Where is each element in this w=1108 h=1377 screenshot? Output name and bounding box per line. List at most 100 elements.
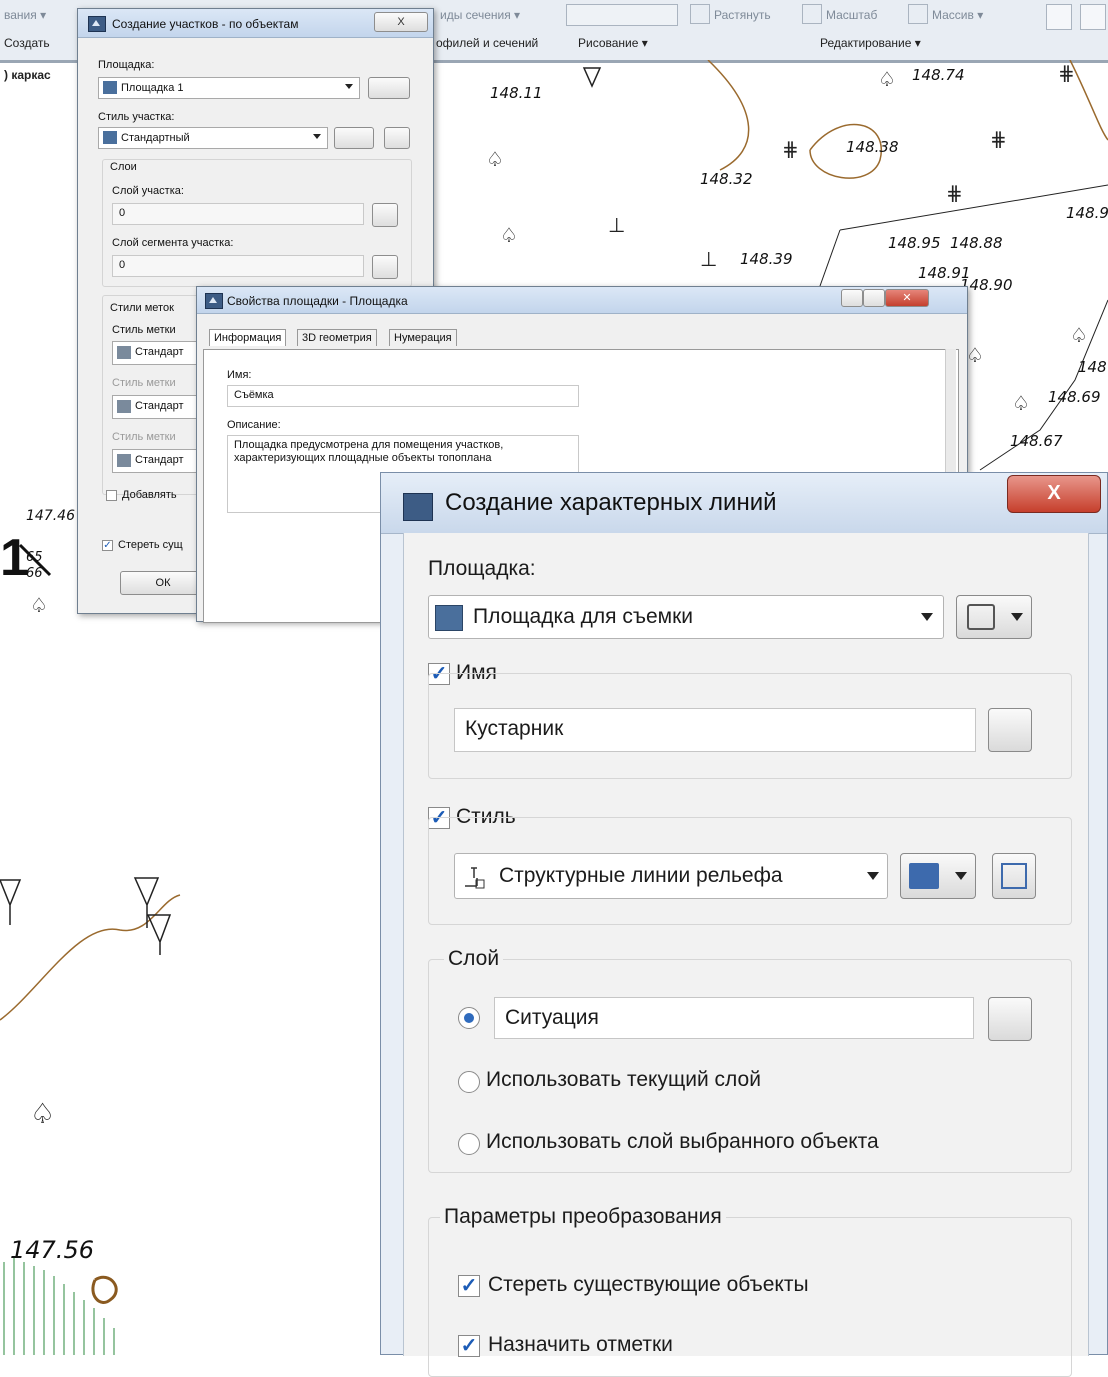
current-layer-radio[interactable] <box>458 1071 480 1093</box>
tree-icon: ♤ <box>878 69 896 91</box>
assign-elevations-checkbox[interactable]: ✓ <box>458 1335 480 1357</box>
layers-group-label: Слои <box>110 161 137 173</box>
contour-line <box>0 894 181 1021</box>
edit-style-button[interactable] <box>900 853 976 899</box>
layers-icon[interactable] <box>988 997 1032 1041</box>
layers-icon[interactable] <box>372 255 398 279</box>
ribbon-profiles-sections[interactable]: офилей и сечений <box>436 36 538 50</box>
chevron-down-icon <box>1011 613 1023 621</box>
tree-icon: ♤ <box>1070 325 1088 347</box>
assign-elevations-label: Назначить отметки <box>488 1333 673 1356</box>
description-label: Описание: <box>227 419 281 431</box>
app-icon <box>403 493 433 521</box>
erase-checkbox-label: Стереть сущ <box>118 539 183 551</box>
ribbon-scale[interactable]: Масштаб <box>826 8 877 22</box>
name-field[interactable]: Съёмка <box>227 385 579 407</box>
current-layer-radio-label: Использовать текущий слой <box>486 1068 761 1091</box>
maximize-button[interactable] <box>863 289 885 307</box>
app-icon <box>88 16 106 32</box>
label-style-value: Стандарт <box>135 400 184 412</box>
parcel-layer-field[interactable]: 0 <box>112 203 364 225</box>
ribbon-create-label[interactable]: Создать <box>4 36 50 50</box>
elevation-label: 148 <box>1078 358 1107 376</box>
style-combo-value: Структурные линии рельефа <box>499 864 783 887</box>
ribbon-tool-icon[interactable] <box>1046 4 1072 30</box>
label-style-combo[interactable]: Стандарт <box>112 395 202 419</box>
selected-object-layer-radio[interactable] <box>458 1133 480 1155</box>
parcel-style-combo[interactable]: Стандартный <box>98 127 328 149</box>
new-site-icon <box>967 604 995 630</box>
new-site-button[interactable] <box>956 595 1032 639</box>
feature-lines-body: Площадка: Площадка для съемки ✓ Имя Куст… <box>403 533 1089 1377</box>
close-button[interactable]: X <box>374 12 428 32</box>
tree-icon: ♤ <box>966 345 984 367</box>
site-combo[interactable]: Площадка для съемки <box>428 595 944 639</box>
ribbon-tool-group[interactable] <box>566 4 678 26</box>
add-checkbox[interactable] <box>106 490 117 501</box>
name-label: Имя: <box>227 369 252 381</box>
elevation-label: 148.69 <box>1048 388 1101 406</box>
preview-style-button[interactable] <box>992 853 1036 899</box>
new-site-button[interactable] <box>368 77 410 99</box>
shrub-symbol <box>91 1276 118 1304</box>
scale-icon <box>802 4 822 24</box>
create-parcels-title: Создание участков - по объектам <box>112 17 299 31</box>
tree-icon: ♤ <box>30 1098 56 1129</box>
pick-name-button[interactable] <box>988 708 1032 752</box>
style-combo[interactable]: Структурные линии рельефа <box>454 853 888 899</box>
label-style-combo[interactable]: Стандарт <box>112 449 202 473</box>
segment-layer-field[interactable]: 0 <box>112 255 364 277</box>
close-button[interactable]: ✕ <box>885 289 929 307</box>
minimize-button[interactable] <box>841 289 863 307</box>
elevation-label: 148.67 <box>1010 432 1063 450</box>
label-style-value: Стандарт <box>135 346 184 358</box>
site-icon <box>103 81 117 94</box>
elevation-label: 148.9 <box>1066 204 1108 222</box>
app-icon <box>205 293 223 309</box>
parcel-style-value: Стандартный <box>121 132 190 144</box>
label-style-label: Стиль метки <box>112 377 176 389</box>
elevation-label: 148.38 <box>846 138 899 156</box>
name-field[interactable]: Кустарник <box>454 708 976 752</box>
site-label: Площадка: <box>428 557 536 580</box>
label-style-icon <box>117 454 131 467</box>
label-style-combo[interactable]: Стандарт <box>112 341 202 365</box>
layer-field[interactable]: Ситуация <box>494 997 974 1039</box>
ribbon-section-views[interactable]: иды сечения ▾ <box>440 8 520 22</box>
preview-style-button[interactable] <box>384 127 410 149</box>
chevron-down-icon <box>345 84 353 89</box>
ok-button[interactable]: ОК <box>120 571 206 595</box>
ribbon-light-icon[interactable] <box>1080 4 1106 30</box>
ribbon-array[interactable]: Массив ▾ <box>932 8 983 22</box>
ribbon-left-label[interactable]: вания ▾ <box>4 8 46 22</box>
label-style-icon <box>117 400 131 413</box>
tab-numbering[interactable]: Нумерация <box>389 329 457 346</box>
site-properties-titlebar[interactable]: Свойства площадки - Площадка ✕ <box>197 287 967 314</box>
layers-icon[interactable] <box>372 203 398 227</box>
conversion-group-label: Параметры преобразования <box>440 1205 726 1229</box>
layer-name-radio[interactable] <box>458 1007 480 1029</box>
selected-object-layer-radio-label: Использовать слой выбранного объекта <box>486 1130 879 1153</box>
create-parcels-titlebar[interactable]: Создание участков - по объектам X <box>78 9 433 38</box>
feature-lines-titlebar[interactable]: Создание характерных линий X <box>381 473 1107 534</box>
elevation-label: 148.74 <box>912 66 965 84</box>
conifer-icon: ⋕ <box>946 183 963 205</box>
site-combo-value: Площадка для съемки <box>473 605 694 628</box>
create-feature-lines-dialog: Создание характерных линий X Площадка: П… <box>380 472 1108 1377</box>
ribbon-drawing[interactable]: Рисование ▾ <box>578 36 648 50</box>
tab-3d-geometry[interactable]: 3D геометрия <box>297 329 377 346</box>
erase-existing-checkbox[interactable]: ✓ <box>458 1275 480 1297</box>
ribbon-stretch[interactable]: Растянуть <box>714 8 771 22</box>
edit-style-button[interactable] <box>334 127 374 149</box>
erase-checkbox[interactable]: ✓ <box>102 540 113 551</box>
ribbon-editing[interactable]: Редактирование ▾ <box>820 36 921 50</box>
close-button[interactable]: X <box>1007 475 1101 513</box>
tab-information[interactable]: Информация <box>209 329 287 346</box>
chevron-down-icon <box>313 134 321 139</box>
site-icon <box>435 605 463 631</box>
label-style-label: Стиль метки <box>112 431 176 443</box>
label-style-value: Стандарт <box>135 454 184 466</box>
site-combo[interactable]: Площадка 1 <box>98 77 360 99</box>
parcel-layer-label: Слой участка: <box>112 185 184 197</box>
conifer-icon: ⋕ <box>990 129 1007 151</box>
